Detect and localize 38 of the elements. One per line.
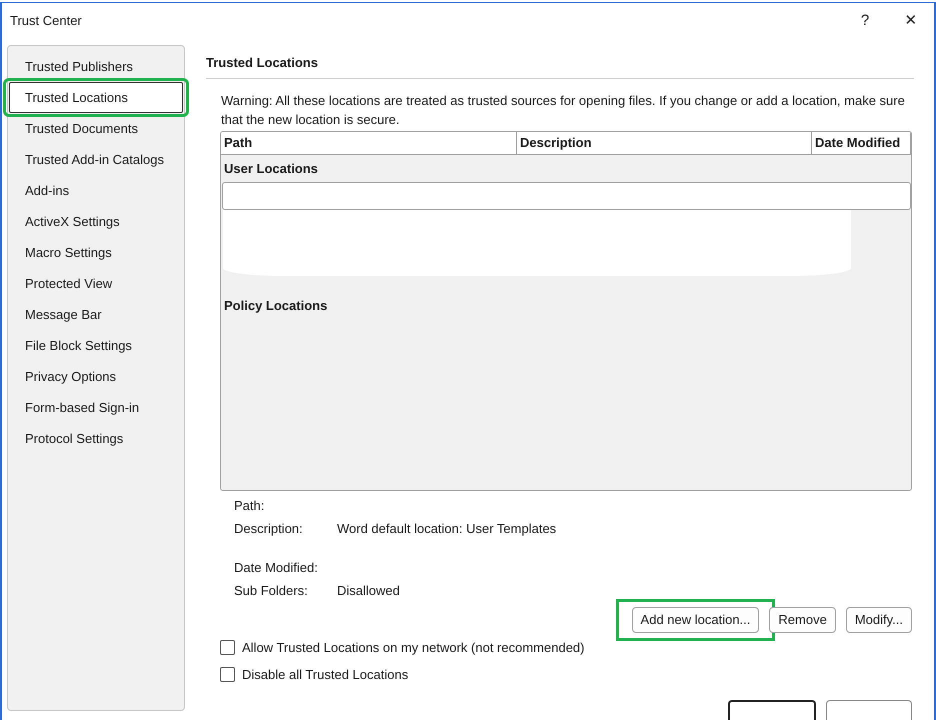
checkbox-label: Allow Trusted Locations on my network (not recommended) (242, 640, 584, 656)
sidebar-item[interactable]: Add-ins (9, 175, 183, 206)
close-button[interactable]: ✕ (888, 5, 934, 35)
detail-value: Word default location: User Templates (337, 520, 558, 537)
sidebar-item[interactable]: Trusted Add-in Catalogs (9, 144, 183, 175)
sidebar-item[interactable]: Protected View (9, 268, 183, 299)
checkbox[interactable] (220, 640, 235, 656)
sidebar-item[interactable]: Trusted Publishers (9, 51, 183, 82)
sidebar-item[interactable]: Trusted Documents (9, 113, 183, 144)
action-button[interactable]: Modify... (846, 606, 912, 633)
detail-label: Description: (234, 520, 304, 537)
selected-row[interactable] (222, 182, 911, 210)
detail-label: Path: (234, 496, 266, 514)
sidebar-item[interactable]: Trusted Locations (9, 82, 183, 113)
sidebar-item[interactable]: Form-based Sign-in (9, 392, 183, 423)
group-label: Policy Locations (223, 297, 328, 315)
column-header[interactable]: Date Modified (812, 132, 911, 154)
checkbox[interactable] (220, 667, 235, 682)
sidebar-item[interactable]: Privacy Options (9, 361, 183, 392)
column-header[interactable]: Path (221, 132, 517, 154)
help-button[interactable]: ? (842, 5, 888, 35)
detail-label: Date Modified: (234, 558, 319, 576)
detail-value: Disallowed (337, 582, 401, 599)
column-header[interactable]: Description (517, 132, 812, 154)
warning-text: Warning: All these locations are treated as trusted sources for opening files. If you change or add a location, make sure that the new location is secure. (221, 92, 906, 129)
action-button[interactable]: Remove (769, 606, 836, 633)
sidebar-item[interactable]: Message Bar (9, 299, 183, 330)
dialog-button[interactable] (728, 700, 816, 720)
sidebar-item[interactable]: ActiveX Settings (9, 206, 183, 237)
section-heading: Trusted Locations (206, 55, 914, 79)
sidebar-item[interactable]: File Block Settings (9, 330, 183, 361)
sidebar-item[interactable]: Protocol Settings (9, 423, 183, 454)
detail-label: Sub Folders: (234, 582, 309, 599)
checkbox-label: Disable all Trusted Locations (242, 667, 408, 682)
sidebar-item[interactable]: Macro Settings (9, 237, 183, 268)
action-button[interactable]: Add new location... (632, 606, 760, 633)
group-label: User Locations (223, 160, 319, 178)
window-title: Trust Center (10, 12, 83, 28)
